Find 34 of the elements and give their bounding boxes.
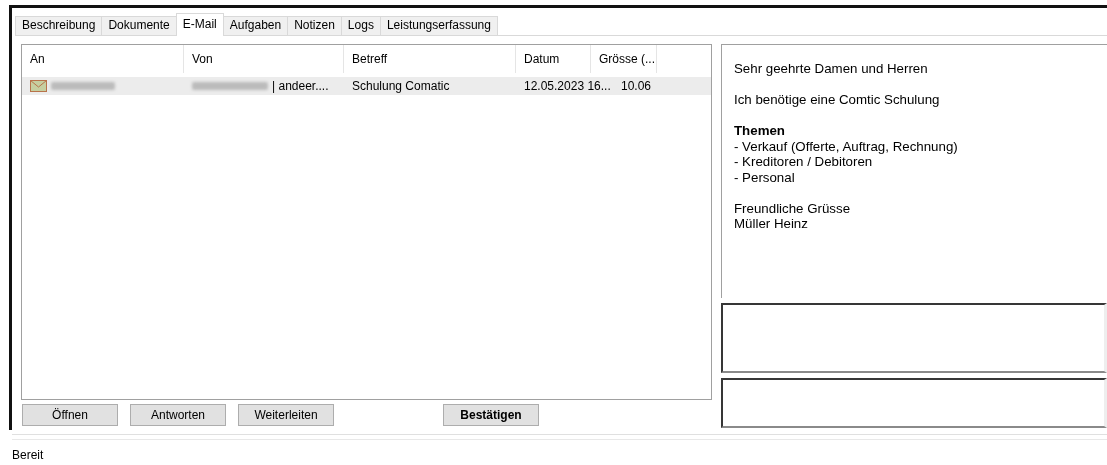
column-header[interactable]: Betreff (344, 45, 516, 73)
action-button[interactable]: Antworten (130, 404, 226, 426)
table-cell: 10.06 (620, 79, 651, 93)
message-line: Freundliche Grüsse (734, 200, 851, 216)
action-button[interactable]: Weiterleiten (238, 404, 334, 426)
tab[interactable]: Beschreibung (15, 16, 103, 35)
table-cell: 12.05.2023 16... (524, 79, 611, 93)
message-line: Müller Heinz (734, 216, 808, 232)
envelope-icon (30, 80, 47, 92)
message-line: Ich benötige eine Comtic Schulung (734, 92, 940, 108)
tab[interactable]: E-Mail (175, 13, 224, 36)
table-row[interactable]: | andeer.... Schulung Comatic 12.05.2023 16... 10.06 (22, 77, 711, 95)
text-area[interactable] (721, 303, 1107, 373)
tab[interactable]: Dokumente (101, 16, 177, 35)
message-heading: Themen (734, 123, 785, 139)
column-header[interactable]: An (22, 45, 184, 73)
tab[interactable]: Leistungserfassung (379, 16, 498, 35)
table-cell: Schulung Comatic (352, 79, 450, 93)
text-area[interactable] (721, 378, 1107, 428)
confirm-button[interactable]: Bestätigen (443, 404, 539, 426)
status-text: Bereit (12, 448, 44, 462)
tab[interactable]: Logs (340, 16, 381, 35)
action-button[interactable]: Öffnen (22, 404, 118, 426)
blurred-text (51, 82, 115, 90)
column-header[interactable]: Grösse (... (591, 45, 657, 73)
column-header[interactable]: Datum (516, 45, 591, 73)
message-line: - Personal (734, 169, 795, 185)
column-header[interactable]: Von (184, 45, 344, 73)
message-line: - Kreditoren / Debitoren (734, 154, 873, 170)
tab[interactable]: Aufgaben (222, 16, 289, 35)
message-line: Sehr geehrte Damen und Herren (734, 61, 928, 77)
message-line: - Verkauf (Offerte, Auftrag, Rechnung) (734, 138, 958, 154)
table-cell: | andeer.... (272, 79, 329, 93)
tab[interactable]: Notizen (287, 16, 342, 35)
